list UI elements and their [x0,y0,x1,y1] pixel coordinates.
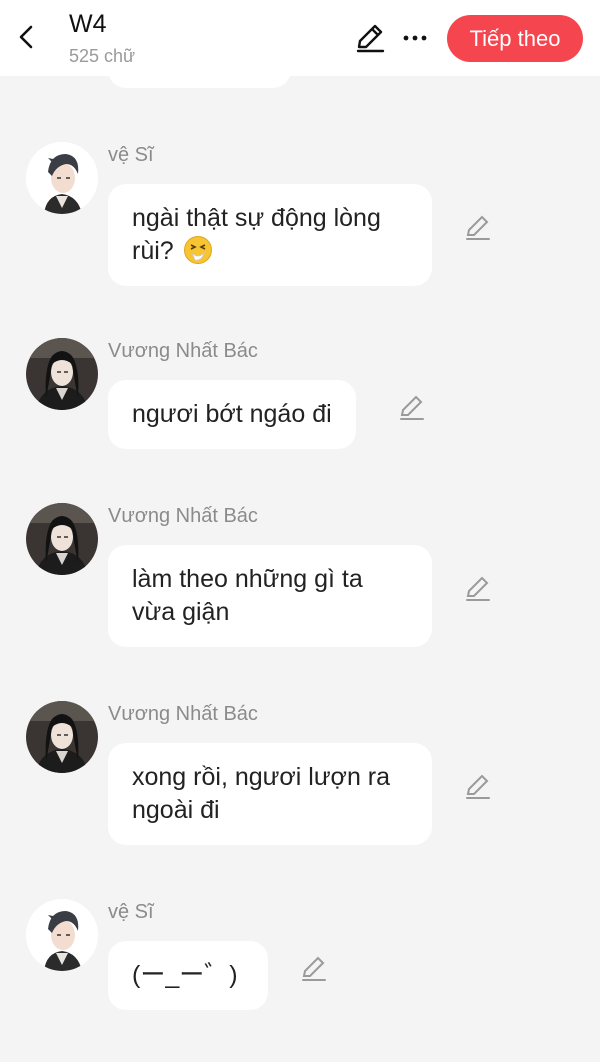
message-text: xong rồi, ngươi lượn ra ngoài đi [132,763,391,824]
message-text: (ー_ー゛) [132,961,238,989]
back-button[interactable] [12,18,42,56]
sender-name: Vương Nhất Bác [108,703,258,725]
chevron-left-icon [19,25,33,49]
pencil-icon [466,774,490,799]
sender-name: Vương Nhất Bác [108,340,258,362]
word-count: 525 chữ [69,46,136,66]
guard-avatar[interactable] [26,899,98,971]
message-text: ngài thật sự động lòng rùi? [132,204,381,265]
sender-name: Vương Nhất Bác [108,505,258,527]
edit-button[interactable] [352,20,388,56]
more-dots-icon [403,35,427,41]
message-bubble[interactable]: (ー_ー゛) [108,941,268,1010]
pencil-icon [400,395,424,420]
message-bubble[interactable]: làm theo những gì ta vừa giận [108,545,432,647]
pencil-icon [466,215,490,240]
message-bubble[interactable]: ngươi bớt ngáo đi [108,380,356,449]
message-bubble[interactable]: xong rồi, ngươi lượn ra ngoài đi [108,743,432,845]
edit-message-button[interactable] [462,573,494,605]
pencil-icon [466,576,490,601]
sender-name: vệ Sĩ [108,901,154,923]
message-text: ngươi bớt ngáo đi [132,400,332,428]
message-text: làm theo những gì ta vừa giận [132,565,363,626]
guard-avatar[interactable] [26,142,98,214]
message-bubble[interactable]: ngài thật sự động lòng rùi? [108,184,432,286]
next-button[interactable]: Tiếp theo [447,15,583,62]
more-options-button[interactable] [400,24,430,52]
wang-yibo-avatar[interactable] [26,701,98,773]
sender-name: vệ Sĩ [108,144,154,166]
wang-yibo-avatar[interactable] [26,338,98,410]
pencil-icon [356,24,385,53]
edit-message-button[interactable] [462,771,494,803]
sneezing-face-emoji-icon [183,235,213,265]
chapter-title: W4 [69,10,107,38]
pencil-icon [302,956,326,981]
edit-message-button[interactable] [298,953,330,985]
edit-message-button[interactable] [462,212,494,244]
wang-yibo-avatar[interactable] [26,503,98,575]
header-bar: W4 525 chữ Tiếp theo [0,0,600,76]
edit-message-button[interactable] [396,392,428,424]
